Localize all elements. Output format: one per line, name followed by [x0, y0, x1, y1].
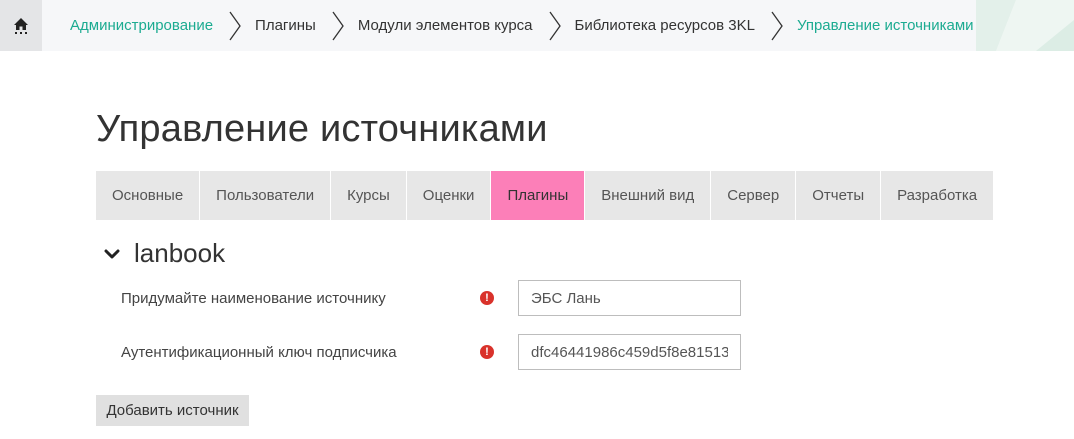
required-icon: !: [480, 345, 494, 359]
breadcrumb-bar: Администрирование Плагины Модули элемент…: [0, 0, 1074, 51]
chevron-right-icon: [332, 11, 344, 41]
breadcrumb: Администрирование Плагины Модули элемент…: [42, 0, 982, 51]
tab-server[interactable]: Сервер: [711, 171, 797, 220]
breadcrumb-item-resource-library[interactable]: Библиотека ресурсов 3KL: [567, 17, 763, 34]
tab-plugins[interactable]: Плагины: [491, 171, 586, 220]
breadcrumb-item-course-modules[interactable]: Модули элементов курса: [350, 17, 541, 34]
subscriber-key-label: Аутентификационный ключ подписчика: [121, 344, 397, 361]
home-button[interactable]: [0, 0, 42, 51]
source-name-input[interactable]: [518, 280, 741, 316]
subscriber-key-input[interactable]: [518, 334, 741, 370]
chevron-right-icon: [549, 11, 561, 41]
admin-tabs: Основные Пользователи Курсы Оценки Плаги…: [96, 171, 995, 220]
add-source-button[interactable]: Добавить источник: [96, 395, 249, 426]
chevron-right-icon: [771, 11, 783, 41]
chevron-right-icon: [229, 11, 241, 41]
chevron-down-icon[interactable]: [104, 248, 120, 260]
tab-general[interactable]: Основные: [96, 171, 201, 220]
home-icon: [14, 17, 28, 34]
breadcrumb-item-administration[interactable]: Администрирование: [42, 17, 221, 34]
breadcrumb-item-manage-sources[interactable]: Управление источниками: [789, 17, 982, 34]
source-name-label: Придумайте наименование источнику: [121, 290, 386, 307]
tab-courses[interactable]: Курсы: [331, 171, 407, 220]
tab-appearance[interactable]: Внешний вид: [585, 171, 712, 220]
required-icon: !: [480, 291, 494, 305]
section-title: lanbook: [134, 238, 226, 268]
tab-users[interactable]: Пользователи: [200, 171, 332, 220]
breadcrumb-item-plugins[interactable]: Плагины: [247, 17, 324, 34]
tab-development[interactable]: Разработка: [881, 171, 995, 220]
tab-reports[interactable]: Отчеты: [796, 171, 882, 220]
header-decoration: [976, 0, 1074, 51]
tab-grades[interactable]: Оценки: [406, 171, 492, 220]
section-header-lanbook[interactable]: lanbook: [104, 238, 225, 269]
page-title: Управление источниками: [96, 108, 548, 150]
